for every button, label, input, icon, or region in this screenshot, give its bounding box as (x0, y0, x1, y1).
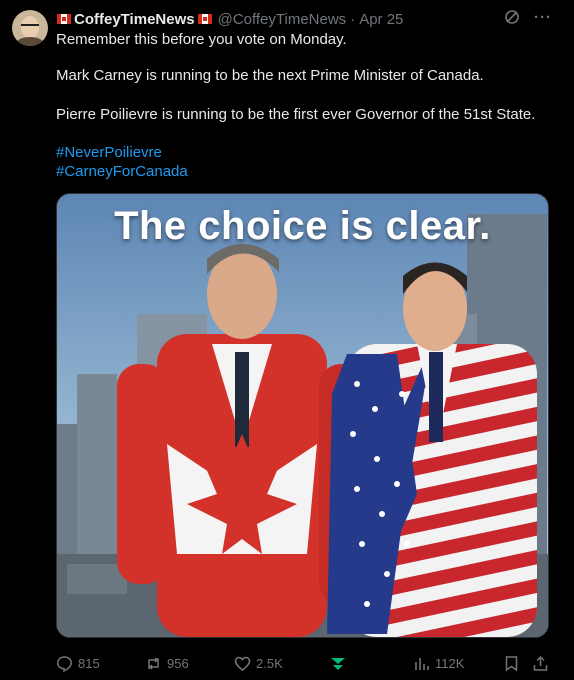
more-options-icon[interactable]: ··· (534, 9, 552, 26)
repost-count: 956 (167, 656, 189, 671)
bookmark-icon (505, 656, 518, 672)
repost-button[interactable]: 956 (145, 655, 189, 672)
repost-icon (148, 657, 159, 670)
share-icon (533, 655, 548, 671)
tweet-text-line: Remember this before you vote on Monday. (56, 31, 347, 48)
image-headline: The choice is clear. (114, 204, 491, 248)
tweet-text-line: Pierre Poilievre is running to be the fi… (56, 106, 536, 123)
avatar[interactable] (12, 10, 48, 46)
hashtag-link[interactable]: #CarneyForCanada (56, 163, 188, 180)
tweet-image-illustration (57, 194, 548, 637)
display-name[interactable]: CoffeyTimeNews (74, 11, 195, 28)
analytics-icon (415, 658, 429, 670)
like-count: 2.5K (256, 656, 283, 671)
canada-flag-icon (197, 14, 212, 24)
canada-flag-icon (57, 14, 71, 24)
like-button[interactable]: 2.5K (234, 655, 283, 672)
share-button[interactable] (532, 655, 549, 677)
views-button[interactable]: 112K (413, 655, 464, 672)
grok-icon[interactable] (504, 9, 520, 25)
action-bar: 815 956 2.5K 112K (56, 655, 550, 675)
timestamp[interactable]: Apr 25 (359, 11, 403, 28)
grok-analyze-button[interactable] (329, 655, 347, 677)
handle[interactable]: @CoffeyTimeNews (218, 11, 347, 28)
reply-count: 815 (78, 656, 100, 671)
bookmark-button[interactable] (503, 655, 520, 677)
reply-button[interactable]: 815 (56, 655, 100, 672)
separator-dot: · (350, 10, 356, 28)
hashtag-link[interactable]: #NeverPoilievre (56, 144, 162, 161)
reply-icon (57, 656, 72, 672)
tweet: CoffeyTimeNews @CoffeyTimeNews · Apr 25 … (0, 0, 574, 680)
grok-analyze-icon (331, 658, 345, 670)
tweet-text-line: Mark Carney is running to be the next Pr… (56, 67, 484, 84)
tweet-image[interactable]: The choice is clear. (56, 193, 549, 638)
heart-icon (234, 656, 251, 671)
tweet-header: CoffeyTimeNews @CoffeyTimeNews · Apr 25 (57, 10, 403, 28)
view-count: 112K (435, 656, 465, 671)
tweet-top-actions: ··· (504, 9, 552, 26)
